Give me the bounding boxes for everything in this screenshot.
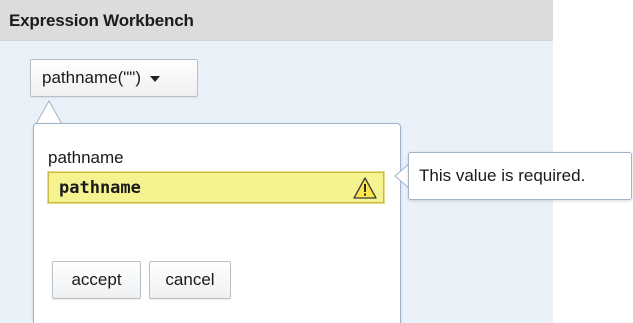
pathname-field-label: pathname bbox=[48, 148, 124, 167]
function-dropdown-label: pathname("") bbox=[42, 68, 142, 87]
pathname-input-value: pathname bbox=[59, 177, 141, 198]
function-dropdown-button[interactable]: pathname("") bbox=[30, 59, 198, 97]
panel-title: Expression Workbench bbox=[9, 11, 194, 30]
caret-down-icon bbox=[150, 76, 161, 82]
warning-triangle-icon bbox=[353, 177, 377, 199]
cancel-button[interactable]: cancel bbox=[149, 261, 231, 299]
accept-button[interactable]: accept bbox=[52, 261, 141, 299]
popover-arrow bbox=[36, 100, 62, 124]
pathname-input[interactable]: pathname bbox=[47, 171, 385, 204]
validation-tooltip: This value is required. bbox=[408, 152, 632, 200]
panel-header: Expression Workbench bbox=[0, 0, 553, 41]
expression-workbench: Expression Workbench pathname("") pathna… bbox=[0, 0, 633, 323]
parameter-editor-popover: pathname pathname accept cancel bbox=[33, 123, 401, 323]
validation-message: This value is required. bbox=[419, 166, 586, 185]
